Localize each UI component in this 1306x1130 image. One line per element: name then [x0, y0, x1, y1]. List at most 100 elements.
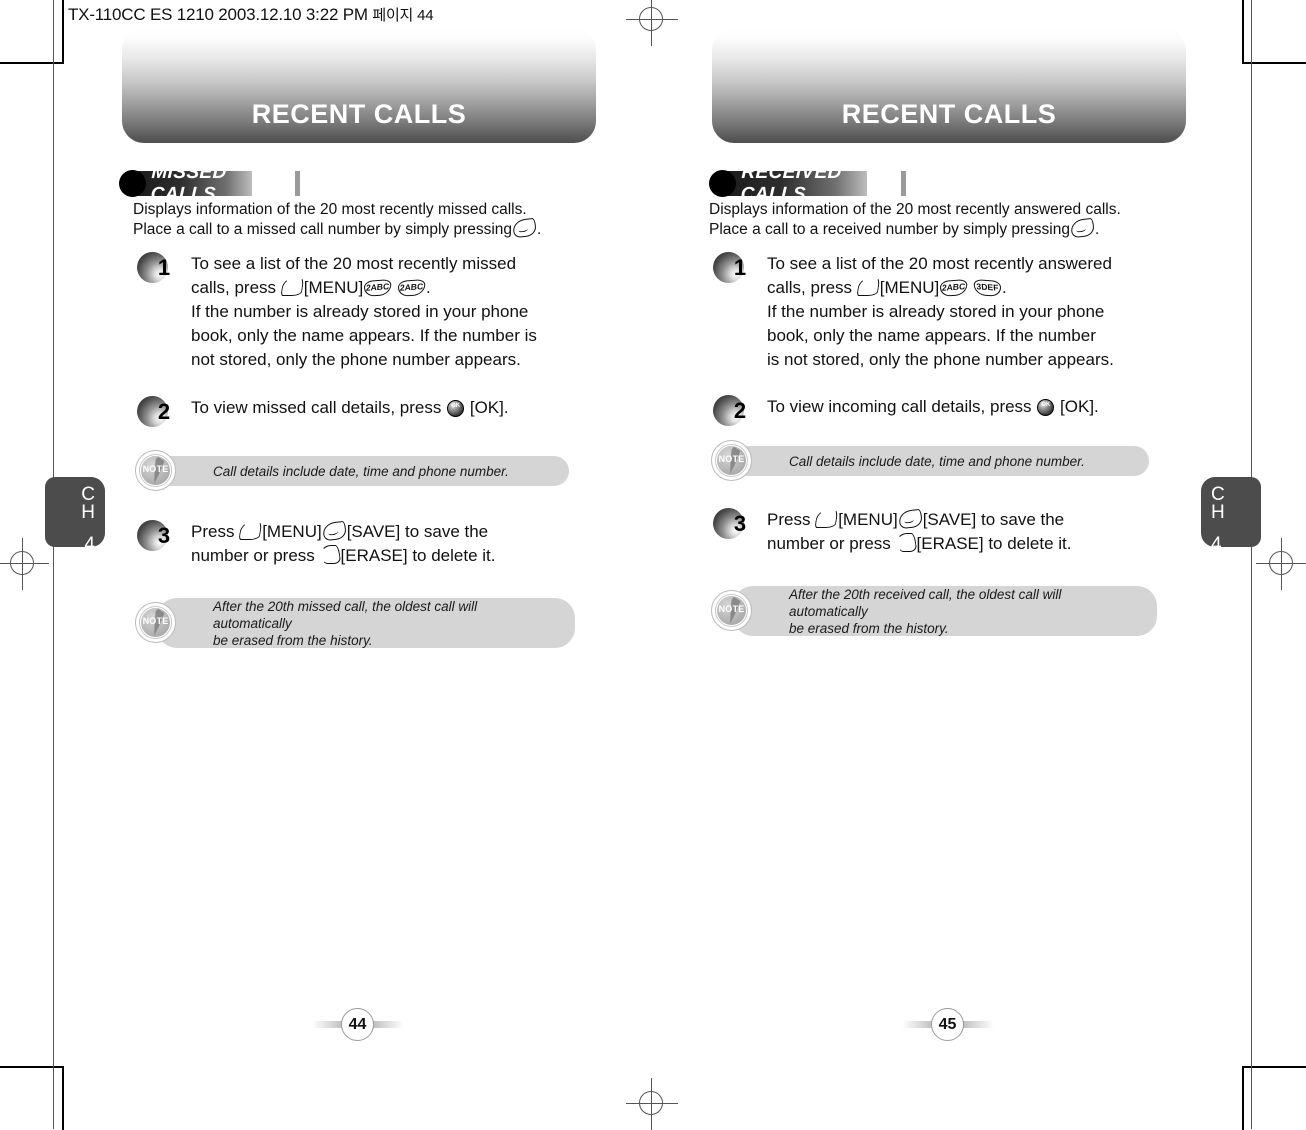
note-icon: NOTE: [135, 450, 176, 491]
step-line: Press [MENU] [SAVE] to save the: [767, 508, 1071, 532]
step-body: To see a list of the 20 most recently an…: [767, 252, 1114, 372]
step-body: To view incoming call details, press [OK…: [767, 395, 1099, 419]
key-2-icon: 2ABC: [939, 279, 968, 297]
step-line-text: Press: [191, 522, 235, 541]
page-number-45: 45: [898, 1008, 998, 1041]
note-icon-label: NOTE: [142, 464, 169, 474]
note-bubble: After the 20th missed call, the oldest c…: [157, 598, 575, 648]
note-text: After the 20th missed call, the oldest c…: [213, 598, 478, 648]
step-line: calls, press [MENU] 2ABC 2ABC.: [191, 276, 537, 300]
step-line-text: [OK].: [469, 398, 509, 417]
page-title: RECENT CALLS: [251, 99, 467, 129]
step-line-text: [ERASE] to delete it.: [340, 546, 496, 565]
intro-line-2-period: .: [537, 221, 542, 238]
step-number-badge: 3: [137, 520, 173, 551]
note-icon-label: NOTE: [718, 454, 745, 464]
step-line: To see a list of the 20 most recently mi…: [191, 254, 517, 273]
note-bubble: Call details include date, time and phon…: [157, 456, 569, 486]
step-line-text: number or press: [767, 534, 891, 553]
ok-key-icon: [1037, 399, 1055, 416]
step-line: is not stored, only the phone number app…: [767, 350, 1114, 369]
chapter-tab-left: C H 4: [45, 477, 105, 554]
note-icon: NOTE: [711, 440, 752, 481]
crop-mark-top-left-v: [62, 0, 64, 64]
section-heading-tail: [901, 171, 906, 196]
step-body: Press [MENU] [SAVE] to save the number or…: [767, 508, 1071, 556]
step-number: 2: [157, 399, 171, 424]
send-key-icon: [897, 508, 923, 530]
step-line-text: [MENU]: [838, 510, 898, 529]
note-bubble: Call details include date, time and phon…: [733, 446, 1149, 476]
key-3-icon: 3DEF: [973, 279, 1002, 297]
erase-softkey-icon: [319, 545, 341, 564]
crop-mark-top-left-h: [0, 62, 64, 64]
intro-line-2-text: Place a call to a received number by sim…: [709, 221, 1070, 238]
section-heading-bar: RECEIVED CALLS: [723, 162, 868, 205]
page-45: RECENT CALLS RECEIVED CALLS Displays inf…: [695, 0, 1295, 1129]
bullet-dot-icon: [119, 170, 146, 197]
crop-mark-bottom-left-h: [0, 1066, 64, 1068]
folio-number: 44: [341, 1008, 374, 1041]
chapter-tab-right: C H 4: [1201, 477, 1261, 554]
step-line-text: .: [426, 278, 431, 297]
chapter-tab-number: 4: [84, 534, 95, 555]
intro-line-2-period: .: [1094, 221, 1100, 238]
step-line-text: [OK].: [1060, 397, 1099, 416]
section-intro: Displays information of the 20 most rece…: [133, 200, 541, 239]
step-line-text: [MENU]: [879, 278, 940, 297]
note-icon-label: NOTE: [142, 616, 169, 626]
bullet-dot-icon: [709, 170, 736, 197]
menu-softkey-icon: [238, 521, 263, 540]
section-intro: Displays information of the 20 most rece…: [709, 200, 1121, 239]
step-number: 1: [157, 255, 171, 280]
step-number-badge: 3: [713, 508, 749, 539]
note-icon: NOTE: [711, 590, 752, 631]
step-number-badge: 2: [713, 395, 749, 426]
note-bubble: After the 20th received call, the oldest…: [733, 586, 1157, 636]
chapter-tab-number: 4: [1211, 534, 1222, 555]
step-body: To see a list of the 20 most recently mi…: [191, 252, 537, 372]
chapter-tab-h: H: [1211, 502, 1225, 523]
send-key-icon: [1070, 217, 1095, 239]
chapter-tab-h: H: [81, 502, 95, 523]
send-key-icon: [321, 520, 347, 542]
erase-softkey-icon: [895, 533, 917, 552]
intro-line-2: Place a call to a received number by sim…: [709, 217, 1121, 239]
note-icon-label: NOTE: [718, 604, 745, 614]
step-number-badge: 1: [137, 252, 173, 283]
step-line-text: [SAVE] to save the: [346, 522, 489, 541]
menu-softkey-icon: [280, 277, 305, 296]
page-44: RECENT CALLS MISSED CALLS Displays infor…: [105, 0, 705, 1129]
note-text: Call details include date, time and phon…: [789, 453, 1085, 469]
intro-line-1: Displays information of the 20 most rece…: [133, 201, 527, 218]
intro-line-2: Place a call to a missed call number by …: [133, 217, 542, 239]
step-line: To view missed call details, press [OK].: [191, 396, 509, 420]
section-heading-label: MISSED CALLS: [150, 161, 228, 205]
step-line: calls, press [MENU] 2ABC 3DEF.: [767, 276, 1114, 300]
registration-mark-left: [0, 538, 49, 590]
folio-number: 45: [931, 1008, 964, 1041]
folio-wing-right: [370, 1021, 404, 1028]
step-line: book, only the name appears. If the numb…: [767, 326, 1096, 345]
step-line: number or press [ERASE] to delete it.: [767, 532, 1071, 556]
note-text: Call details include date, time and phon…: [213, 463, 509, 479]
step-line-text: calls, press: [191, 278, 277, 297]
step-line-text: To view incoming call details, press: [767, 397, 1032, 416]
ok-key-icon: [447, 400, 465, 417]
note-icon: NOTE: [135, 602, 176, 643]
intro-line-1: Displays information of the 20 most rece…: [709, 201, 1121, 218]
step-line: If the number is already stored in your …: [191, 302, 529, 321]
note-text: After the 20th received call, the oldest…: [789, 586, 1062, 636]
menu-softkey-icon: [856, 277, 881, 296]
step-line: number or press [ERASE] to delete it.: [191, 544, 495, 568]
page-title-banner: RECENT CALLS: [712, 28, 1186, 143]
step-line: Press [MENU] [SAVE] to save the: [191, 520, 495, 544]
step-number: 3: [157, 523, 171, 548]
step-number: 3: [733, 511, 747, 536]
step-number: 2: [733, 398, 747, 423]
intro-line-2-text: Place a call to a missed call number by …: [133, 221, 513, 238]
step-line-text: number or press: [191, 546, 315, 565]
page-edge-line-left: [53, 0, 54, 1129]
step-line: not stored, only the phone number appear…: [191, 350, 521, 369]
step-line-text: To view missed call details, press: [191, 398, 442, 417]
